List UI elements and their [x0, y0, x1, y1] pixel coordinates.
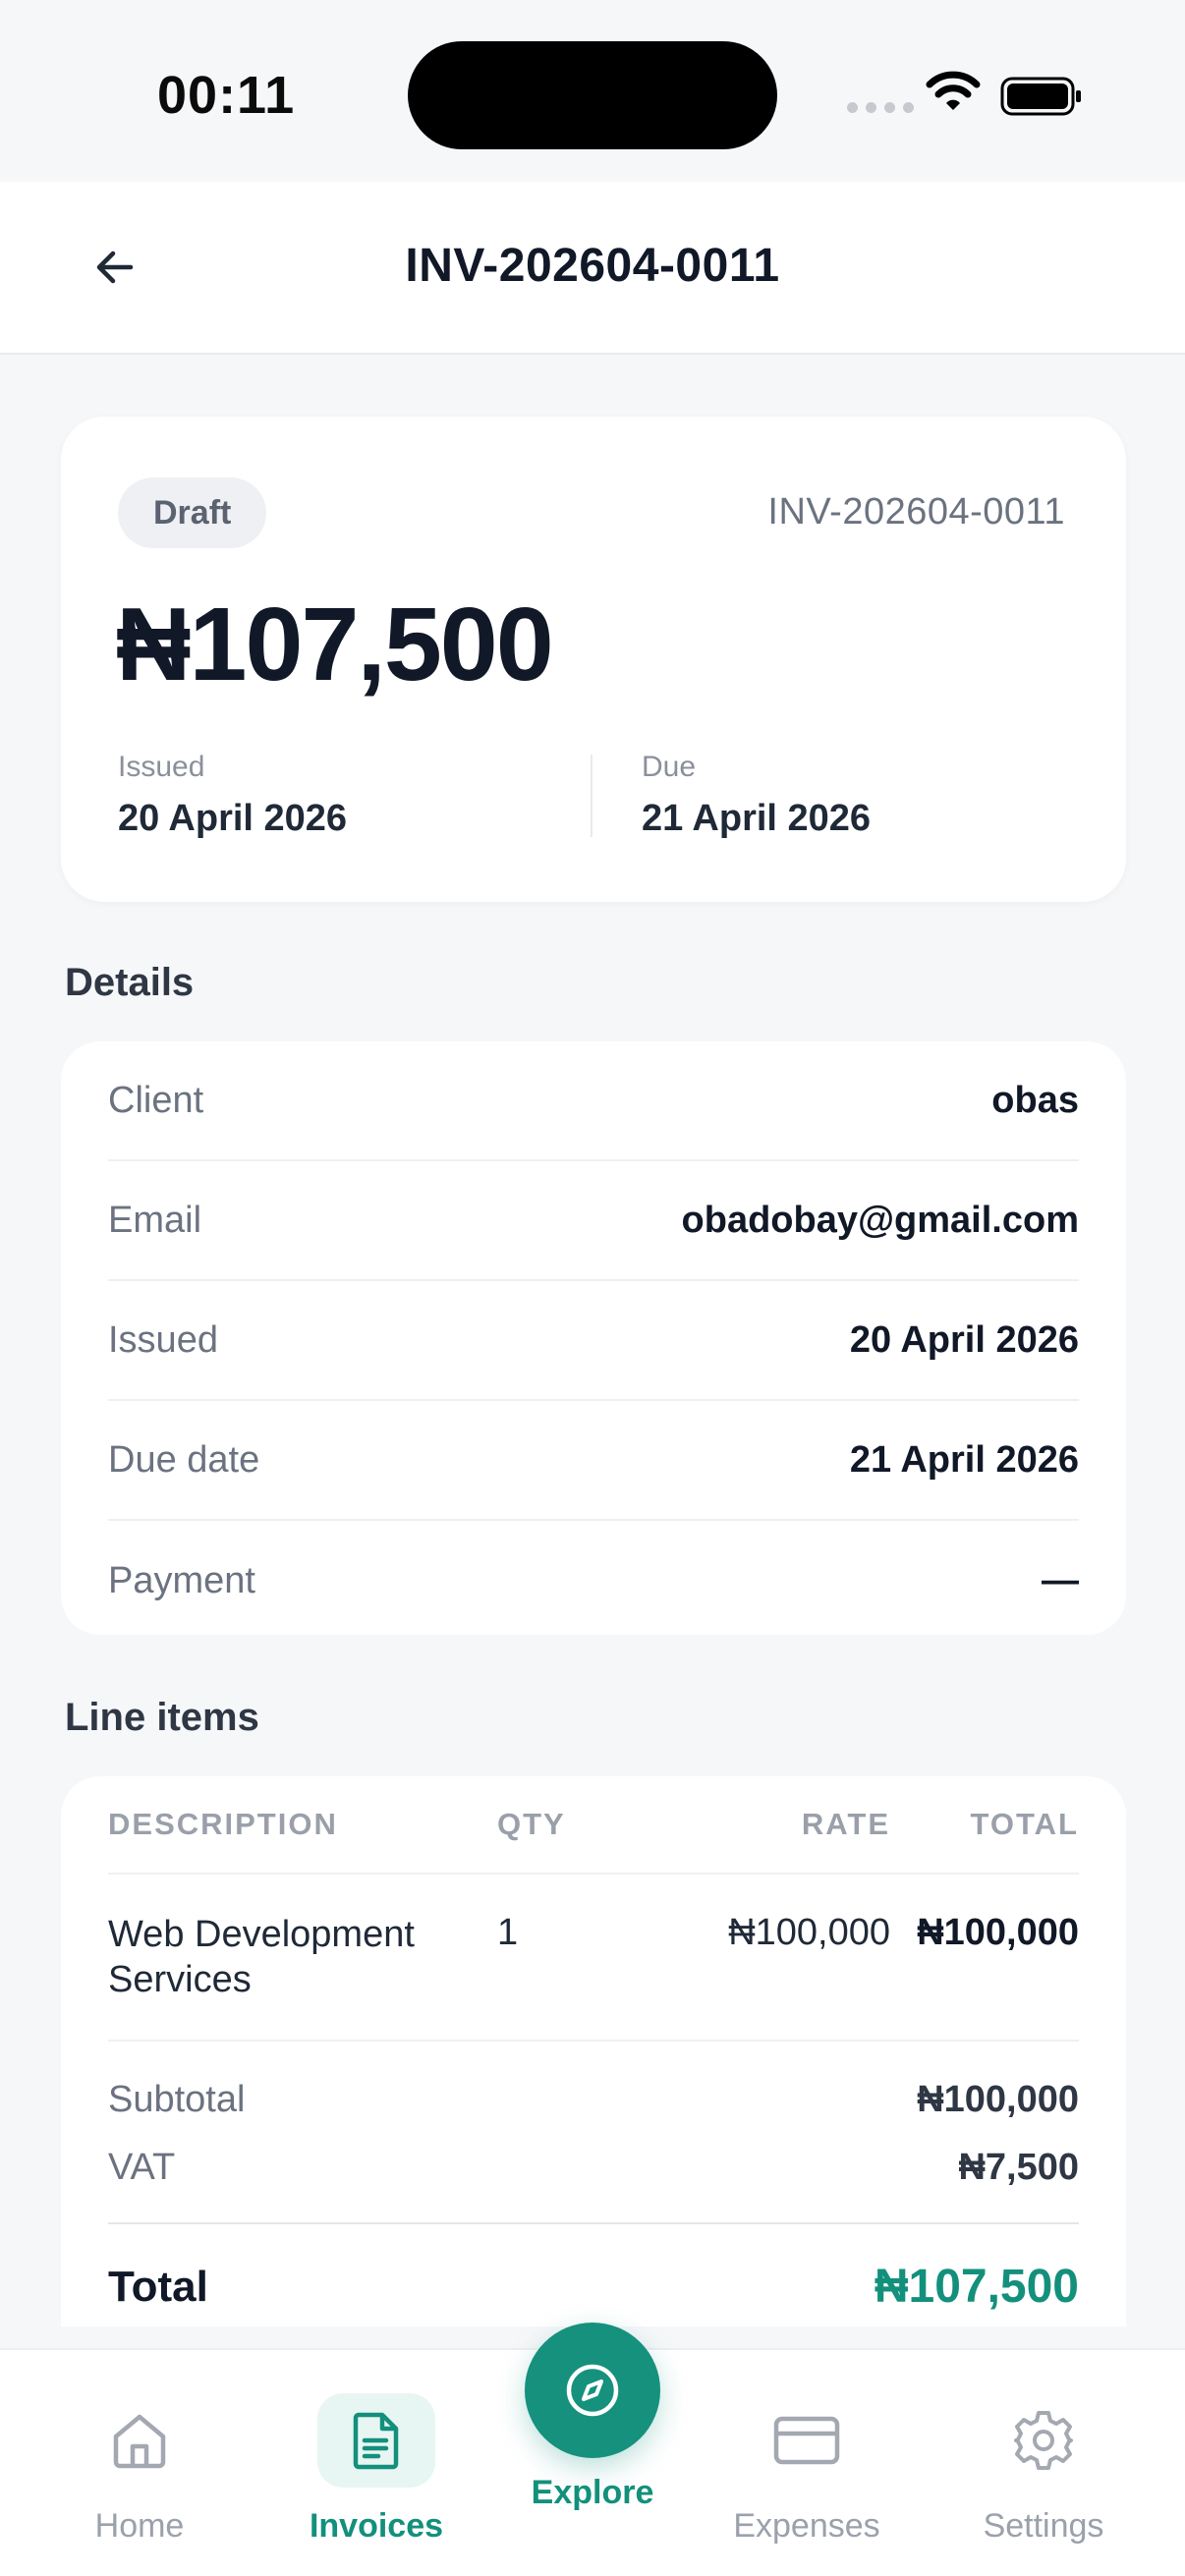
nav-label-home: Home: [94, 2507, 185, 2545]
subtotal-label: Subtotal: [108, 2079, 246, 2120]
nav-icon-wrap: [317, 2393, 435, 2488]
vat-row: VAT ₦7,500: [108, 2147, 1079, 2189]
nav-label-explore[interactable]: Explore: [472, 2474, 713, 2512]
column-header-qty: QTY: [497, 1807, 566, 1841]
gear-icon: [1014, 2411, 1073, 2470]
column-header-total: TOTAL: [970, 1807, 1079, 1841]
item-description: Web Development Services: [108, 1914, 415, 2000]
detail-row-payment: Payment —: [108, 1521, 1079, 1641]
page-title: INV-202604-0011: [405, 240, 780, 292]
home-icon: [113, 2414, 166, 2469]
column-header-rate: RATE: [801, 1807, 890, 1841]
detail-label: Issued: [108, 1318, 218, 1361]
column-header-description: DESCRIPTION: [108, 1807, 338, 1841]
due-value: 21 April 2026: [642, 798, 872, 839]
detail-row-due-date: Due date 21 April 2026: [108, 1401, 1079, 1521]
details-section-title: Details: [65, 961, 195, 1004]
detail-value: 21 April 2026: [849, 1438, 1079, 1481]
detail-row-client: Client obas: [108, 1041, 1079, 1161]
detail-value: —: [1042, 1559, 1079, 1601]
nav-settings[interactable]: Settings: [931, 2350, 1157, 2576]
issued-value: 20 April 2026: [118, 798, 348, 839]
detail-value: obadobay@gmail.com: [681, 1199, 1079, 1241]
compass-icon: [566, 2364, 619, 2417]
details-card: Client obas Email obadobay@gmail.com Iss…: [61, 1041, 1126, 1635]
invoice-number: INV-202604-0011: [767, 491, 1065, 532]
nav-expenses[interactable]: Expenses: [694, 2350, 920, 2576]
detail-label: Client: [108, 1079, 204, 1121]
status-bar: 00:11: [0, 0, 1185, 182]
date-divider: [591, 755, 592, 837]
app-header: INV-202604-0011: [0, 182, 1185, 355]
nav-explore-button[interactable]: [525, 2323, 660, 2458]
document-icon: [353, 2412, 399, 2470]
status-time: 00:11: [157, 66, 296, 125]
line-item-row: Web Development Services 1 ₦100,000 ₦100…: [108, 1875, 1079, 2042]
status-badge: Draft: [118, 477, 267, 548]
credit-card-icon: [773, 2416, 840, 2465]
total-value: ₦107,500: [874, 2261, 1079, 2313]
issued-label: Issued: [118, 751, 205, 783]
item-rate: ₦100,000: [728, 1912, 890, 1953]
cellular-signal-icon: [847, 102, 914, 113]
total-label: Total: [108, 2262, 208, 2311]
invoice-amount: ₦107,500: [116, 587, 554, 702]
nav-label-settings: Settings: [983, 2507, 1104, 2545]
detail-row-issued: Issued 20 April 2026: [108, 1281, 1079, 1401]
due-date-block: Due 21 April 2026: [642, 751, 871, 840]
line-items-header: DESCRIPTION QTY RATE TOTAL: [108, 1776, 1079, 1875]
total-row: Total ₦107,500: [108, 2260, 1079, 2314]
detail-value: obas: [991, 1079, 1079, 1121]
nav-icon-wrap: [81, 2393, 198, 2488]
dynamic-island: [408, 41, 777, 149]
nav-icon-wrap: [985, 2393, 1102, 2488]
due-label: Due: [642, 751, 697, 783]
detail-value: 20 April 2026: [849, 1318, 1079, 1361]
vat-value: ₦7,500: [958, 2147, 1079, 2188]
line-items-section-title: Line items: [65, 1696, 259, 1739]
line-items-card: DESCRIPTION QTY RATE TOTAL Web Developme…: [61, 1776, 1126, 2326]
invoice-summary-card: Draft INV-202604-0011 ₦107,500 Issued 20…: [61, 417, 1126, 902]
subtotal-row: Subtotal ₦100,000: [108, 2079, 1079, 2121]
vat-label: VAT: [108, 2147, 176, 2188]
detail-label: Due date: [108, 1438, 260, 1481]
nav-label-invoices: Invoices: [309, 2507, 444, 2545]
issued-date-block: Issued 20 April 2026: [118, 751, 347, 840]
detail-label: Email: [108, 1199, 202, 1241]
item-qty: 1: [497, 1912, 519, 1953]
nav-label-expenses: Expenses: [733, 2507, 880, 2545]
detail-label: Payment: [108, 1559, 255, 1601]
item-total: ₦100,000: [917, 1912, 1079, 1953]
nav-icon-wrap: [748, 2393, 866, 2488]
nav-invoices[interactable]: Invoices: [263, 2350, 489, 2576]
total-divider: [108, 2222, 1079, 2224]
detail-row-email: Email obadobay@gmail.com: [108, 1161, 1079, 1281]
subtotal-value: ₦100,000: [917, 2079, 1079, 2120]
invoice-detail-screen: 00:11 INV-202604-0011 Draft INV-202604-0…: [0, 0, 1185, 2576]
nav-home[interactable]: Home: [27, 2350, 253, 2576]
battery-icon: [1000, 77, 1081, 116]
wifi-icon: [926, 71, 981, 110]
